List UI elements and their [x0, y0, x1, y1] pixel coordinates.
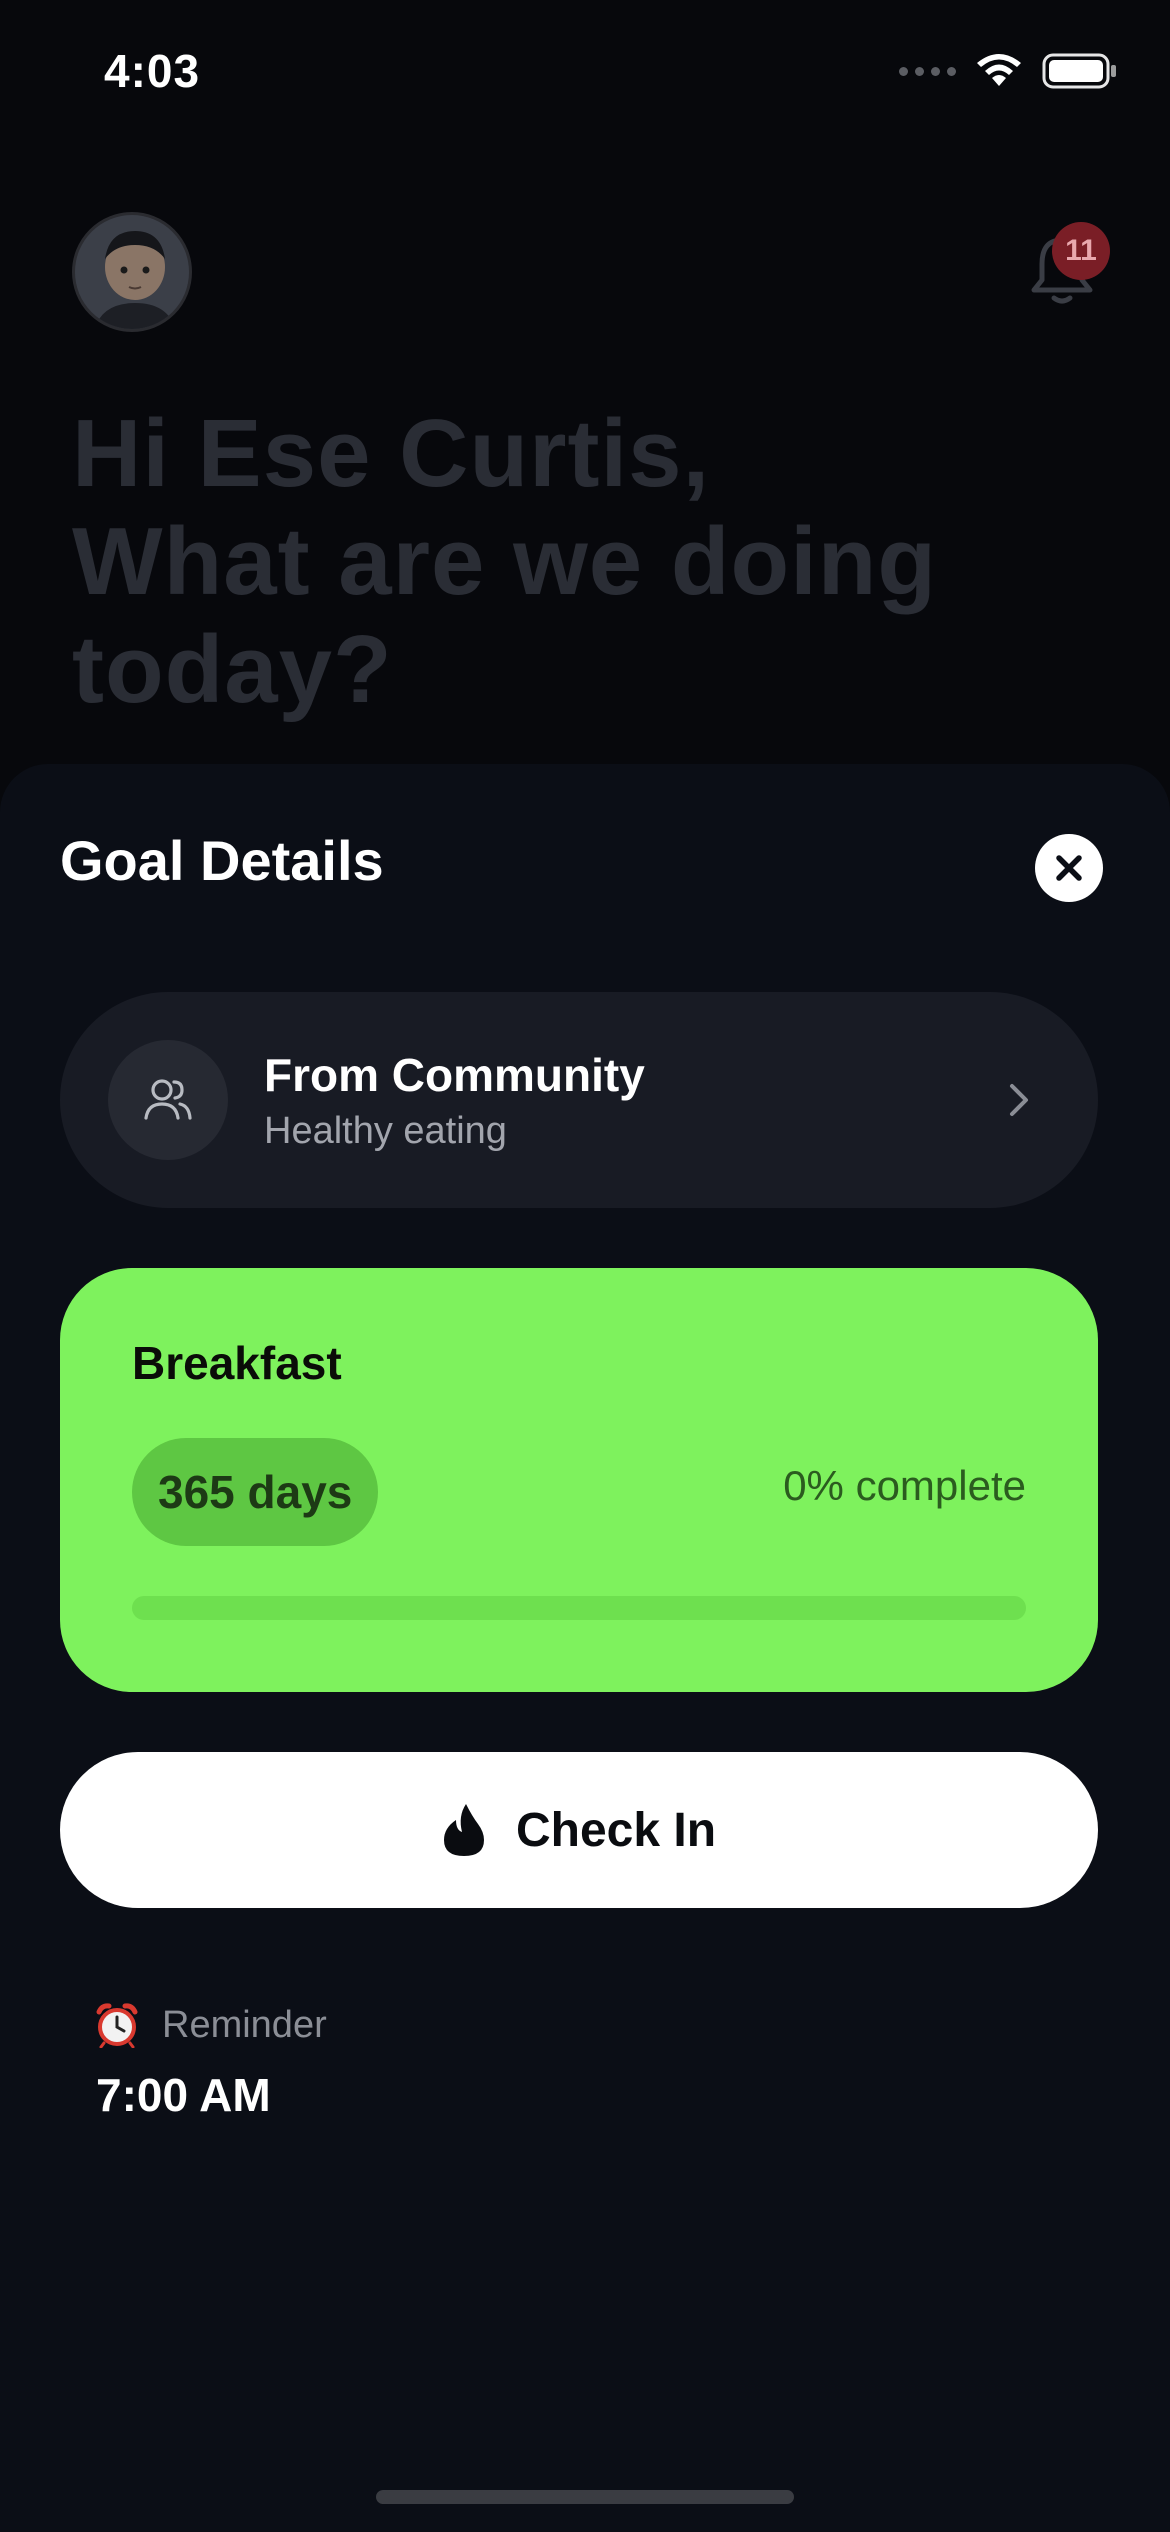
community-icon-container	[108, 1040, 228, 1160]
screen: 4:03 11 Hi Ese Curtis, What are we doing…	[0, 0, 1170, 2532]
reminder-header: Reminder	[94, 2002, 327, 2048]
close-icon	[1056, 855, 1082, 881]
completion-text: 0% complete	[783, 1462, 1026, 1509]
status-time: 4:03	[104, 45, 201, 97]
days-badge: 365 days	[132, 1438, 379, 1546]
greeting-line: today?	[72, 616, 393, 723]
goal-card: Breakfast 365 days 0% complete	[60, 1268, 1098, 1692]
reminder-time[interactable]: 7:00 AM	[96, 2068, 271, 2122]
close-button[interactable]	[1035, 834, 1103, 902]
sheet-title: Goal Details	[60, 829, 384, 892]
goal-title: Breakfast	[132, 1337, 342, 1389]
fire-icon	[443, 1804, 484, 1856]
greeting-line: Hi Ese Curtis,	[72, 400, 711, 507]
status-icons	[899, 52, 1118, 90]
greeting-line: What are we doing	[72, 508, 938, 615]
goal-details-sheet: Goal Details From Community Healthy eati…	[0, 764, 1170, 2532]
battery-icon	[1042, 53, 1116, 89]
chevron-right-icon	[1010, 1084, 1028, 1116]
check-in-label: Check In	[515, 1803, 717, 1857]
progress-bar	[132, 1596, 1026, 1620]
community-title: From Community	[264, 1049, 645, 1101]
notification-badge: 11	[1052, 222, 1110, 280]
greeting-heading: Hi Ese Curtis, What are we doing today?	[72, 400, 1132, 724]
reminder-label: Reminder	[162, 2003, 327, 2046]
community-link[interactable]: From Community Healthy eating	[60, 992, 1098, 1208]
cellular-signal-icon	[899, 66, 956, 76]
home-indicator	[376, 2490, 794, 2504]
check-in-button[interactable]: Check In	[60, 1752, 1098, 1908]
community-icon	[144, 1079, 192, 1120]
alarm-clock-icon	[96, 2003, 138, 2048]
avatar	[72, 212, 192, 332]
wifi-icon	[977, 54, 1021, 86]
community-subtitle: Healthy eating	[264, 1110, 507, 1152]
